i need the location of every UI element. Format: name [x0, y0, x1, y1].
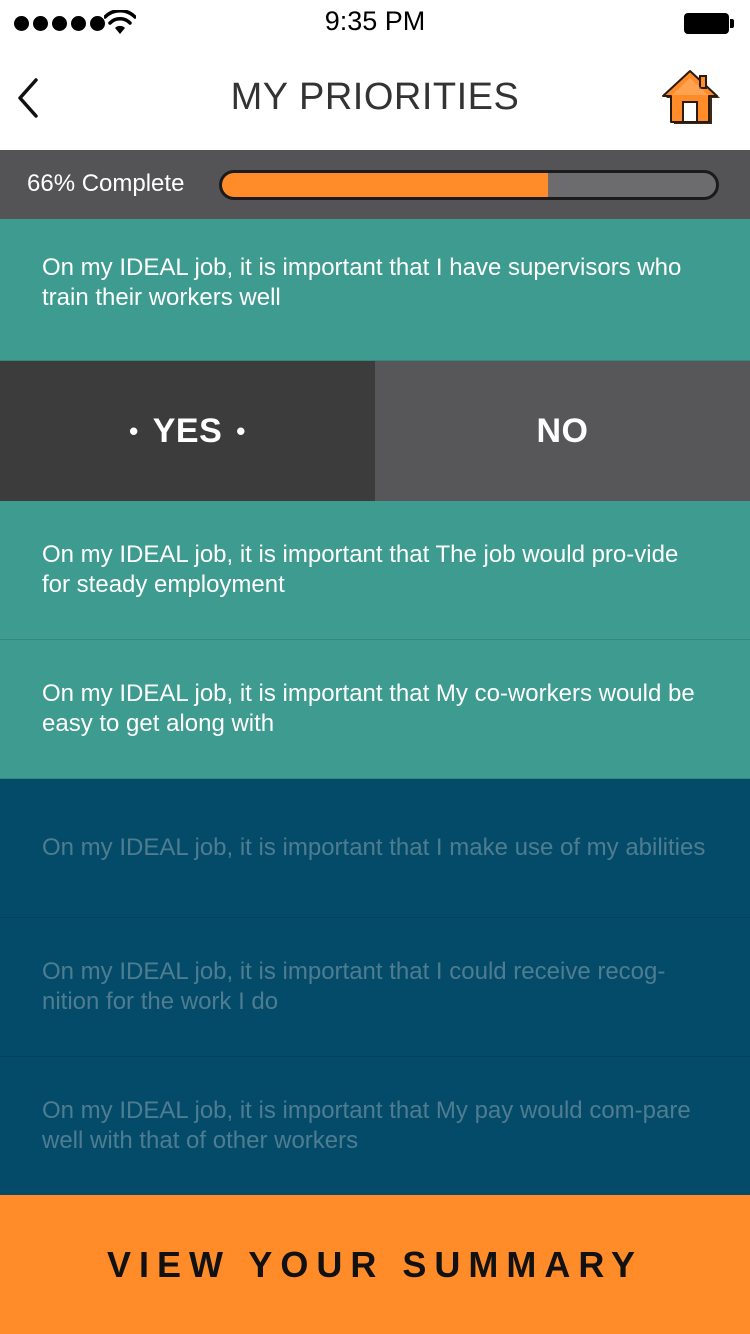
list-item-text: On my IDEAL job, it is important that My… [42, 680, 695, 737]
home-icon[interactable] [660, 68, 722, 126]
nav-bar: MY PRIORITIES [0, 46, 750, 150]
answer-row: • YES • NO [0, 361, 750, 501]
battery-icon [684, 13, 734, 34]
list-item-text: On my IDEAL job, it is important that I … [42, 834, 706, 861]
progress-fill [222, 173, 549, 197]
list-item[interactable]: On my IDEAL job, it is important that Th… [0, 501, 750, 640]
yes-label: YES [152, 411, 223, 450]
progress-label: 66% Complete [27, 170, 185, 197]
yes-button[interactable]: • YES • [0, 361, 375, 501]
list-item-text: On my IDEAL job, it is important that Th… [42, 541, 679, 598]
list-item-text: On my IDEAL job, it is important that My… [42, 1097, 691, 1154]
priority-list: On my IDEAL job, it is important that I … [0, 219, 750, 1196]
list-item-text: On my IDEAL job, it is important that I … [42, 253, 682, 311]
list-item[interactable]: On my IDEAL job, it is important that I … [0, 219, 750, 361]
page-title: MY PRIORITIES [230, 76, 520, 118]
view-summary-label: VIEW YOUR SUMMARY [106, 1243, 644, 1285]
progress-bar [219, 170, 719, 200]
progress-section: 66% Complete [0, 150, 750, 219]
status-time: 9:35 PM [324, 6, 426, 36]
no-label: NO [536, 411, 589, 450]
no-button[interactable]: NO [375, 361, 750, 501]
selected-bullet-left: • [129, 415, 139, 446]
list-item: On my IDEAL job, it is important that I … [0, 918, 750, 1057]
view-summary-button[interactable]: VIEW YOUR SUMMARY [0, 1195, 750, 1334]
selected-bullet-right: • [236, 415, 246, 446]
status-bar: 9:35 PM [0, 0, 750, 46]
list-item: On my IDEAL job, it is important that My… [0, 1057, 750, 1196]
list-item[interactable]: On my IDEAL job, it is important that My… [0, 640, 750, 779]
list-item-text: On my IDEAL job, it is important that I … [42, 958, 666, 1015]
list-item: On my IDEAL job, it is important that I … [0, 779, 750, 918]
